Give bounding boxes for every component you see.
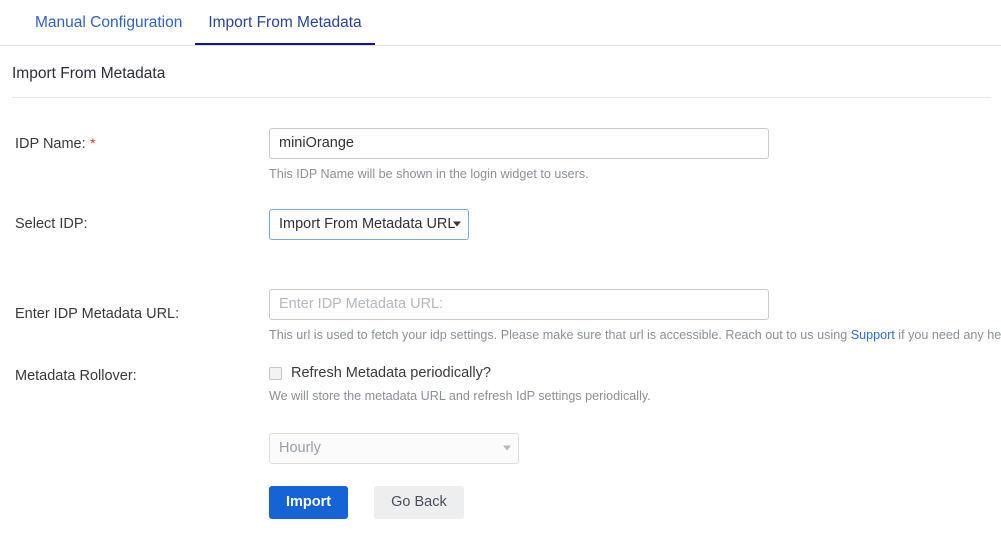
tab-bar: Manual Configuration Import From Metadat… xyxy=(0,0,1001,46)
metadata-url-input[interactable] xyxy=(269,288,769,320)
select-idp-label-cell: Select IDP: xyxy=(0,209,269,233)
refresh-interval-dropdown[interactable]: Hourly xyxy=(269,432,519,464)
refresh-metadata-checkbox-row[interactable]: Refresh Metadata periodically? xyxy=(269,365,1001,381)
metadata-url-label-cell: Enter IDP Metadata URL: xyxy=(0,289,269,323)
idp-name-label: IDP Name: xyxy=(15,135,86,152)
select-idp-label: Select IDP: xyxy=(15,215,88,232)
tab-manual-configuration-label: Manual Configuration xyxy=(35,14,183,31)
select-idp-field-cell: Import From Metadata URL xyxy=(269,208,1001,245)
refresh-metadata-checkbox-label: Refresh Metadata periodically? xyxy=(291,365,491,382)
page-title: Import From Metadata xyxy=(12,65,166,82)
page-header: Import From Metadata xyxy=(12,46,991,98)
tab-manual-configuration[interactable]: Manual Configuration xyxy=(22,0,195,45)
metadata-rollover-label-cell: Metadata Rollover: xyxy=(0,365,269,385)
support-link[interactable]: Support xyxy=(851,328,895,342)
select-idp-dropdown[interactable]: Import From Metadata URL xyxy=(269,208,469,240)
metadata-url-help-text: This url is used to fetch your idp setti… xyxy=(269,327,1001,343)
field-row-metadata-rollover: Metadata Rollover: Refresh Metadata peri… xyxy=(0,365,1001,464)
actions-cell: Import Go Back xyxy=(269,485,1001,519)
chevron-down-icon xyxy=(453,221,461,227)
import-button[interactable]: Import xyxy=(269,485,349,519)
refresh-interval-value: Hourly xyxy=(269,432,519,464)
form-actions: Import Go Back xyxy=(269,485,1001,519)
metadata-rollover-label: Metadata Rollover: xyxy=(15,368,137,385)
idp-name-field-cell: This IDP Name will be shown in the login… xyxy=(269,127,1001,182)
metadata-url-field-cell: This url is used to fetch your idp setti… xyxy=(269,288,1001,343)
required-asterisk: * xyxy=(90,134,96,151)
tab-import-from-metadata[interactable]: Import From Metadata xyxy=(195,0,374,45)
field-row-idp-name: IDP Name: * This IDP Name will be shown … xyxy=(0,127,1001,182)
idp-name-label-cell: IDP Name: * xyxy=(0,128,269,153)
field-row-metadata-url: Enter IDP Metadata URL: This url is used… xyxy=(0,288,1001,343)
metadata-rollover-help-text: We will store the metadata URL and refre… xyxy=(269,389,651,404)
refresh-metadata-checkbox[interactable] xyxy=(269,366,282,380)
idp-name-input[interactable] xyxy=(269,127,769,159)
metadata-url-help-before: This url is used to fetch your idp setti… xyxy=(269,327,851,342)
go-back-button[interactable]: Go Back xyxy=(374,485,464,519)
metadata-url-label: Enter IDP Metadata URL: xyxy=(15,305,180,322)
metadata-url-help-after: if you need any help xyxy=(894,327,1001,342)
import-metadata-form: IDP Name: * This IDP Name will be shown … xyxy=(0,98,1001,519)
field-row-select-idp: Select IDP: Import From Metadata URL xyxy=(0,208,1001,245)
select-idp-value: Import From Metadata URL xyxy=(269,208,469,240)
metadata-rollover-field-cell: Refresh Metadata periodically? We will s… xyxy=(269,365,1001,464)
form-actions-row: Import Go Back xyxy=(0,485,1001,519)
idp-name-help-text: This IDP Name will be shown in the login… xyxy=(269,166,589,181)
chevron-down-icon xyxy=(503,445,511,451)
tab-import-from-metadata-label: Import From Metadata xyxy=(208,14,362,31)
